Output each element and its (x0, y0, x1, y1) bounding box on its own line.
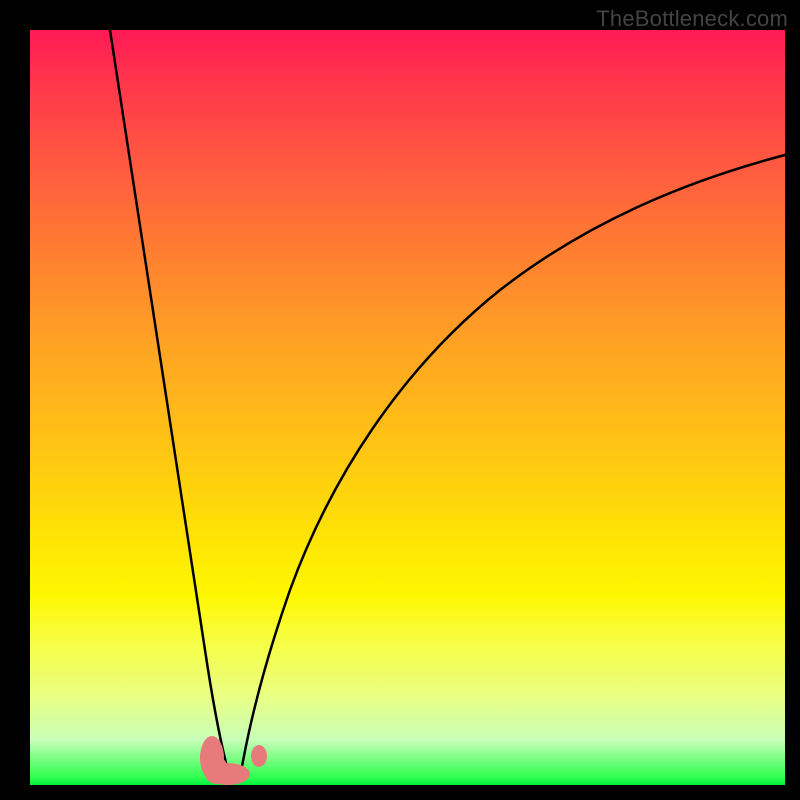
chart-svg (30, 30, 785, 785)
plot-area (30, 30, 785, 785)
outer-frame: TheBottleneck.com (0, 0, 800, 800)
marker-blob-corner (204, 756, 228, 784)
curve-right (240, 155, 785, 778)
curve-left (110, 30, 230, 778)
watermark-text: TheBottleneck.com (596, 6, 788, 32)
marker-dot-right (251, 745, 267, 767)
marker-group (200, 736, 267, 785)
